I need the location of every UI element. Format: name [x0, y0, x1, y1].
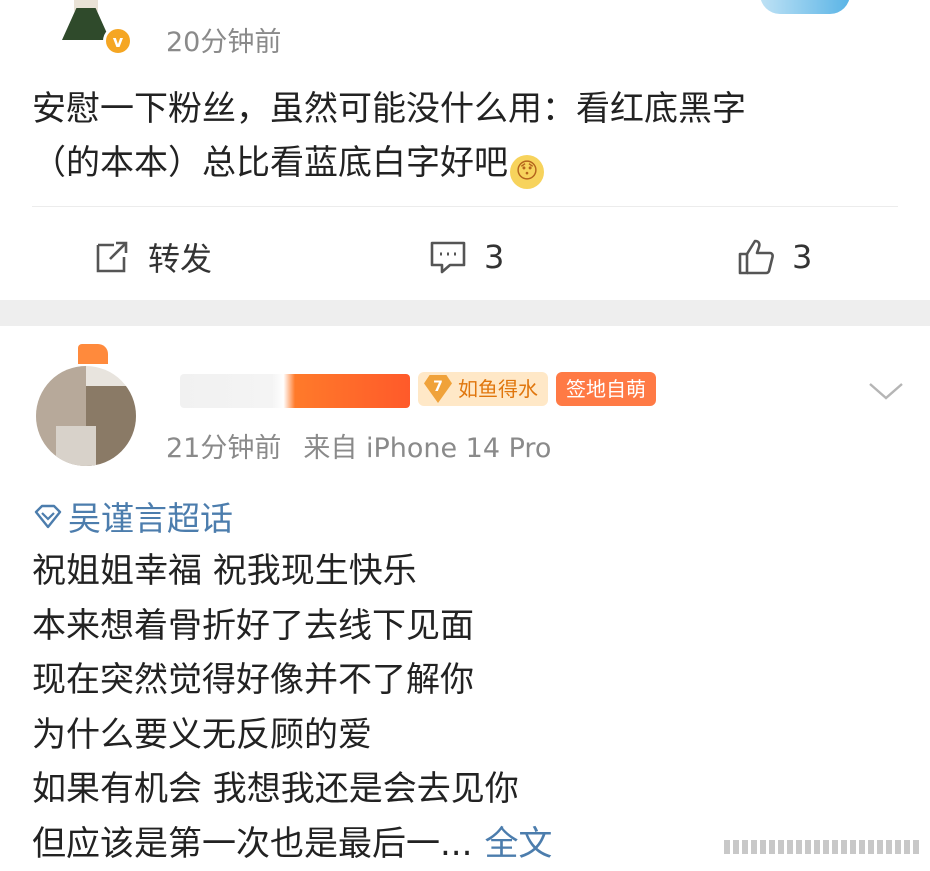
like-count: 3 [792, 238, 813, 276]
repost-button[interactable]: 转发 [92, 222, 212, 292]
topic-diamond-icon [34, 504, 62, 529]
supertopic-label: 吴谨言超话 [68, 499, 233, 538]
like-button[interactable]: 3 [736, 222, 812, 292]
fan-level-badge[interactable]: 7 如鱼得水 [418, 372, 548, 406]
post-body-line: 现在突然觉得好像并不了解你 [32, 660, 474, 700]
comment-icon [430, 241, 466, 274]
post-body-line: 祝姐姐幸福 祝我现生快乐 [32, 551, 417, 591]
divider [32, 206, 898, 207]
post-body[interactable]: 安慰一下粉丝，虽然可能没什么用：看红底黑字 （的本本）总比看蓝底白字好吧 😯 [32, 82, 892, 190]
post-body-line: 但应该是第一次也是最后一... [32, 823, 473, 864]
post-timestamp: 21分钟前 [166, 433, 282, 464]
avatar[interactable] [36, 366, 136, 466]
repost-icon [96, 241, 128, 273]
post-body-line: 安慰一下粉丝，虽然可能没什么用：看红底黑字 [32, 89, 746, 129]
post-body[interactable]: 祝姐姐幸福 祝我现生快乐 本来想着骨折好了去线下见面 现在突然觉得好像并不了解你… [32, 544, 552, 871]
post-card-1: v 20分钟前 安慰一下粉丝，虽然可能没什么用：看红底黑字 （的本本）总比看蓝底… [0, 0, 930, 300]
full-text-link[interactable]: 全文 [484, 824, 552, 864]
username-redacted[interactable] [180, 374, 410, 408]
post-body-line: （的本本）总比看蓝底白字好吧 [32, 143, 508, 183]
fan-level-label: 如鱼得水 [458, 377, 538, 401]
level-gem-icon: 7 [424, 375, 452, 403]
post-body-line: 如果有机会 我想我还是会去见你 [32, 769, 519, 809]
repost-label: 转发 [148, 240, 213, 278]
chevron-down-icon[interactable] [866, 376, 906, 406]
post-body-line: 本来想着骨折好了去线下见面 [32, 605, 474, 646]
decoration-image [760, 0, 850, 14]
supertopic-link[interactable]: 吴谨言超话 [32, 492, 233, 540]
post-meta: 21分钟前 来自 iPhone 14 Pro [166, 426, 551, 465]
emoji-icon: 😯 [510, 155, 544, 189]
verified-icon: v [103, 26, 133, 56]
post-card-2: 7 如鱼得水 签地自萌 21分钟前 来自 iPhone 14 Pro 吴谨言超话 … [0, 326, 930, 870]
post-timestamp: 20分钟前 [166, 27, 282, 58]
comment-button[interactable]: 3 [428, 222, 504, 292]
comment-count: 3 [484, 238, 505, 276]
action-bar: 转发 3 3 [0, 222, 930, 292]
feed-separator [0, 300, 930, 326]
avatar-frame-decoration [78, 344, 108, 364]
like-icon [738, 239, 774, 275]
post-body-line: 为什么要义无反顾的爱 [32, 714, 372, 755]
checkin-tag-badge[interactable]: 签地自萌 [556, 372, 656, 406]
watermark-bar [724, 840, 920, 854]
post-source: 来自 iPhone 14 Pro [303, 433, 552, 464]
